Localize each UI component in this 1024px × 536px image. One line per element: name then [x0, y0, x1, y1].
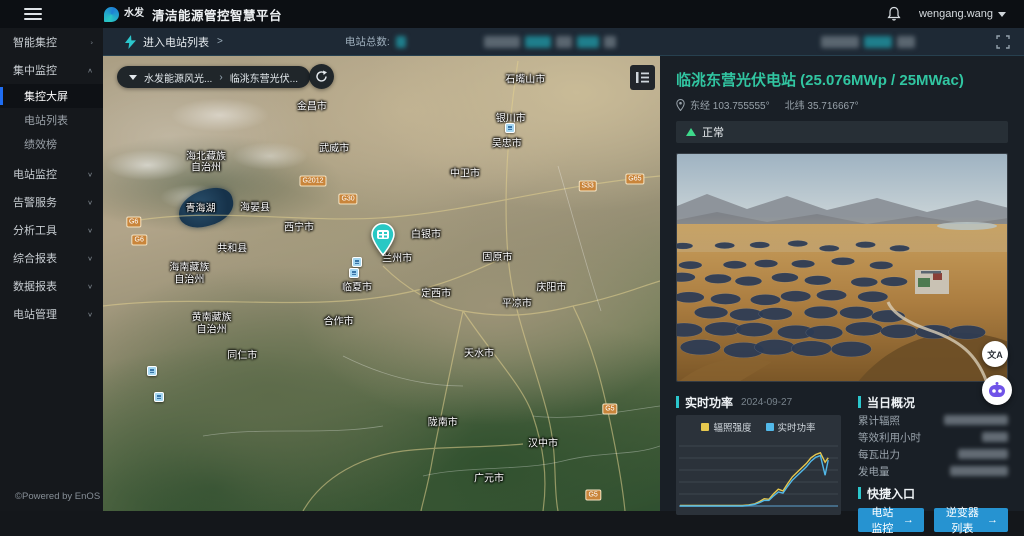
stat-value-redacted [982, 432, 1008, 442]
chevron-right-icon[interactable]: > [217, 36, 223, 47]
station-cluster-marker[interactable] [505, 123, 515, 133]
status-bar: 正常 [676, 121, 1008, 143]
chevron-right-icon: › [90, 38, 93, 45]
section-accent-bar [858, 396, 861, 408]
username: wengang.wang [919, 8, 993, 20]
stat-row-output-per-watt: 每瓦出力 [858, 446, 1008, 462]
daily-overview-section: 当日概况 累计辐照 等效利用小时 每瓦出力 发电量 快捷入口 [858, 393, 1008, 532]
satellite-map[interactable]: 石嘴山市银川市吴忠市中卫市金昌市武威市白银市海北藏族自治州青海湖海晏县西宁市共和… [103, 56, 660, 511]
chevron-down-icon: ∨ [87, 226, 93, 233]
chevron-up-icon: ∧ [87, 66, 93, 73]
stat-value-redacted [958, 449, 1008, 459]
station-title: 临洮东营光伏电站 (25.076MWp / 25MWac) [676, 69, 1008, 90]
map-legend-toggle-button[interactable] [630, 65, 655, 90]
arrow-right-icon: → [903, 514, 914, 526]
stat-value-redacted [950, 466, 1008, 476]
station-coordinates: 东经 103.755555° 北纬 35.716667° [676, 97, 1008, 112]
stat-row-irradiation: 累计辐照 [858, 412, 1008, 428]
substation-buildings [915, 270, 949, 294]
logo-text: 水发 [124, 9, 144, 19]
station-cluster-marker[interactable] [147, 366, 157, 376]
fullscreen-icon[interactable] [996, 35, 1010, 49]
chevron-down-icon [998, 12, 1006, 17]
map-marker-layer [103, 56, 660, 511]
sidebar-item-central-monitoring[interactable]: 集中监控 ∧ [0, 56, 103, 84]
sidebar-item-data-reports[interactable]: 数据报表 ∨ [0, 272, 103, 300]
toolbar-redacted-stats-2 [821, 36, 915, 48]
sidebar-item-station-list[interactable]: 电站列表 [0, 108, 103, 132]
enter-station-list-link[interactable]: 进入电站列表 [143, 34, 209, 50]
chatbot-fab-button[interactable] [982, 375, 1012, 405]
station-photo [676, 153, 1008, 382]
sidebar-item-analysis-tools[interactable]: 分析工具 ∨ [0, 216, 103, 244]
sidebar: 智能集控 › 集中监控 ∧ 集控大屏 电站列表 绩效榜 电站监控 ∨ 告警服务 … [0, 28, 103, 511]
longitude-value: 东经 103.755555° [690, 97, 770, 112]
logo-droplet-icon [104, 7, 119, 22]
sidebar-item-station-monitoring[interactable]: 电站监控 ∨ [0, 160, 103, 188]
station-pin-marker[interactable] [370, 223, 396, 261]
legend-swatch-blue [766, 423, 774, 431]
station-cluster-marker[interactable] [352, 257, 362, 267]
realtime-power-date: 2024-09-27 [741, 397, 792, 408]
powered-by-footer: ©Powered by EnOS [0, 491, 103, 511]
chart-plot-area [676, 436, 841, 512]
station-cluster-marker[interactable] [154, 392, 164, 402]
legend-swatch-yellow [701, 423, 709, 431]
chevron-down-icon: ∨ [87, 170, 93, 177]
legend-power[interactable]: 实时功率 [766, 420, 816, 434]
breadcrumb-station[interactable]: 临洮东营光伏... [230, 70, 298, 85]
sidebar-item-comprehensive-reports[interactable]: 综合报表 ∨ [0, 244, 103, 272]
chevron-down-icon: ∨ [87, 198, 93, 205]
stat-value-redacted [944, 415, 1008, 425]
app-logo: 水发 [104, 7, 144, 22]
robot-icon [987, 380, 1007, 400]
breadcrumb-region[interactable]: 水发能源风光... [144, 70, 212, 85]
stat-row-generation: 发电量 [858, 463, 1008, 479]
menu-hamburger-icon[interactable] [24, 8, 42, 20]
notification-bell-icon[interactable] [887, 6, 901, 22]
app-header: 水发 清洁能源管控智慧平台 wengang.wang [0, 0, 1024, 28]
chevron-down-icon: ∨ [87, 254, 93, 261]
station-total-label: 电站总数: [345, 34, 390, 49]
section-accent-bar [676, 396, 679, 408]
quick-entry-title: 快捷入口 [867, 485, 915, 502]
chevron-down-icon: ∨ [87, 310, 93, 317]
translate-fab-button[interactable]: 文A [982, 341, 1008, 367]
toolbar-redacted-stats [484, 36, 616, 48]
sidebar-item-station-management[interactable]: 电站管理 ∨ [0, 300, 103, 328]
section-accent-bar [858, 487, 861, 499]
realtime-power-title: 实时功率 [685, 394, 733, 411]
chevron-right-icon: › [219, 72, 222, 83]
map-refresh-button[interactable] [309, 64, 334, 89]
latitude-value: 北纬 35.716667° [785, 97, 859, 112]
status-text: 正常 [702, 124, 724, 140]
inverter-list-button[interactable]: 逆变器列表 → [934, 508, 1008, 532]
sidebar-item-control-screen[interactable]: 集控大屏 [0, 84, 103, 108]
lightning-icon [125, 35, 136, 49]
realtime-power-chart: 辐照强度 实时功率 [676, 415, 841, 515]
status-triangle-icon [686, 128, 696, 136]
station-cluster-marker[interactable] [349, 268, 359, 278]
realtime-power-section: 实时功率 2024-09-27 辐照强度 实时功率 [676, 393, 844, 532]
chevron-down-icon: ∨ [87, 282, 93, 289]
chevron-down-icon [129, 75, 137, 80]
user-menu[interactable]: wengang.wang [919, 8, 1006, 20]
sidebar-item-smart-control[interactable]: 智能集控 › [0, 28, 103, 56]
sidebar-item-performance-board[interactable]: 绩效榜 [0, 132, 103, 156]
station-total-value-redacted [396, 36, 406, 48]
daily-overview-title: 当日概况 [867, 394, 915, 411]
translate-icon: 文A [987, 348, 1003, 361]
stat-row-equivalent-hours: 等效利用小时 [858, 429, 1008, 445]
map-breadcrumb[interactable]: 水发能源风光... › 临洮东营光伏... [117, 66, 310, 88]
station-detail-panel: 临洮东营光伏电站 (25.076MWp / 25MWac) 东经 103.755… [660, 56, 1024, 511]
map-toolbar: 进入电站列表 > 电站总数: [103, 28, 1024, 56]
location-pin-icon [676, 99, 685, 111]
legend-irradiance[interactable]: 辐照强度 [701, 420, 751, 434]
station-monitoring-button[interactable]: 电站监控 → [858, 508, 924, 532]
app-title: 清洁能源管控智慧平台 [152, 5, 282, 24]
arrow-right-icon: → [987, 514, 998, 526]
sidebar-item-alarm-service[interactable]: 告警服务 ∨ [0, 188, 103, 216]
